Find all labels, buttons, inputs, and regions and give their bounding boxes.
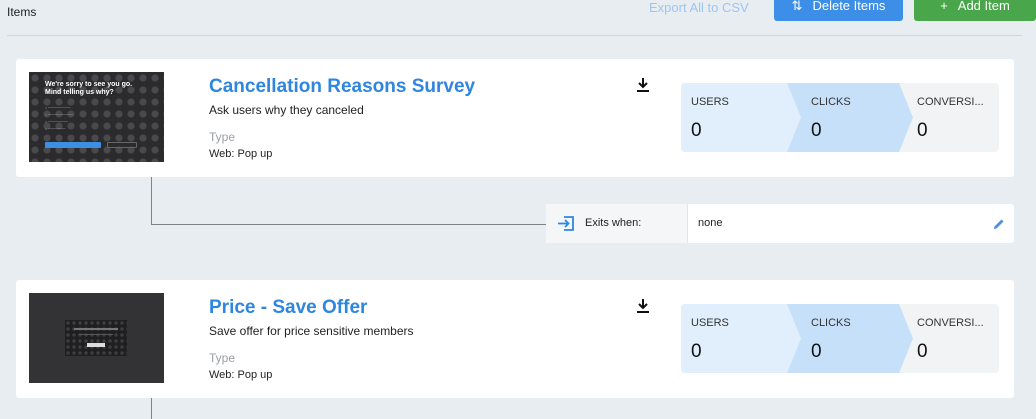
item-card: We're sorry to see you go. Mind telling … xyxy=(16,59,1014,177)
pencil-icon[interactable] xyxy=(993,218,1005,230)
top-bar: Items Export All to CSV ⇅ Delete Items +… xyxy=(0,0,1036,36)
plus-icon: + xyxy=(940,0,948,13)
item-title[interactable]: Price - Save Offer xyxy=(209,297,367,319)
item-description: Save offer for price sensitive members xyxy=(209,324,414,338)
users-stat-label: USERS xyxy=(691,317,729,329)
flow-connector xyxy=(151,224,546,225)
header-divider xyxy=(7,35,1022,36)
item-title[interactable]: Cancellation Reasons Survey xyxy=(209,76,475,98)
thumbnail-primary-button xyxy=(45,142,101,148)
download-icon[interactable] xyxy=(636,298,650,314)
flow-connector xyxy=(151,398,152,419)
conversions-stat-label: CONVERSI... xyxy=(917,96,984,108)
delete-items-label: Delete Items xyxy=(812,0,886,13)
exit-condition-label-area: Exits when: xyxy=(546,204,688,243)
thumbnail-secondary-button xyxy=(107,142,137,148)
conversions-stat-label: CONVERSI... xyxy=(917,317,984,329)
thumbnail-option: ○ ─────── xyxy=(45,127,66,131)
export-all-csv-link[interactable]: Export All to CSV xyxy=(649,0,749,15)
clicks-stat-value: 0 xyxy=(811,120,822,141)
item-thumbnail[interactable]: We're sorry to see you go. Mind telling … xyxy=(29,72,164,162)
thumbnail-option: ○ ───────── xyxy=(45,106,71,110)
thumbnail-button xyxy=(87,343,105,347)
users-stat-value: 0 xyxy=(691,341,702,362)
item-type-label: Type xyxy=(209,130,236,144)
exit-condition-value: none xyxy=(698,217,723,229)
clicks-stat-label: CLICKS xyxy=(811,96,851,108)
thumbnail-heading-line2: Mind telling us why? xyxy=(45,89,114,96)
item-thumbnail[interactable] xyxy=(29,293,164,383)
thumbnail-option: ○ ──────── xyxy=(45,120,68,124)
item-type-label: Type xyxy=(209,351,236,365)
add-item-button[interactable]: + Add Item xyxy=(914,0,1036,21)
item-stats: USERS 0 CLICKS 0 CONVERSI... 0 xyxy=(681,304,999,373)
item-type-value: Web: Pop up xyxy=(209,148,273,160)
thumbnail-heading: We're sorry to see you go. Mind telling … xyxy=(45,81,132,97)
thumbnail-text-line xyxy=(79,334,113,335)
delete-items-button[interactable]: ⇅ Delete Items xyxy=(774,0,903,21)
download-icon[interactable] xyxy=(636,77,650,93)
add-item-label: Add Item xyxy=(957,0,1010,13)
exit-condition-label: Exits when: xyxy=(585,217,642,229)
item-stats: USERS 0 CLICKS 0 CONVERSI... 0 xyxy=(681,83,999,152)
thumbnail-text-line xyxy=(74,328,118,330)
exit-condition: Exits when: none xyxy=(546,204,1014,243)
page-title: Items xyxy=(7,5,37,19)
sort-arrows-icon: ⇅ xyxy=(791,0,803,13)
thumbnail-option: ○ ────────── xyxy=(45,113,73,117)
clicks-stat-value: 0 xyxy=(811,341,822,362)
item-type-value: Web: Pop up xyxy=(209,369,273,381)
item-description: Ask users why they canceled xyxy=(209,103,364,117)
clicks-stat-bg xyxy=(787,304,913,373)
thumbnail-popup xyxy=(65,320,127,356)
item-card: Price - Save Offer Save offer for price … xyxy=(16,280,1014,398)
flow-connector xyxy=(151,177,152,224)
thumbnail-heading-line1: We're sorry to see you go. xyxy=(45,81,133,88)
users-stat-value: 0 xyxy=(691,120,702,141)
conversions-stat-value: 0 xyxy=(917,120,928,141)
users-stat-label: USERS xyxy=(691,96,729,108)
conversions-stat-value: 0 xyxy=(917,341,928,362)
exit-icon xyxy=(558,216,574,231)
clicks-stat-label: CLICKS xyxy=(811,317,851,329)
clicks-stat-bg xyxy=(787,83,913,152)
